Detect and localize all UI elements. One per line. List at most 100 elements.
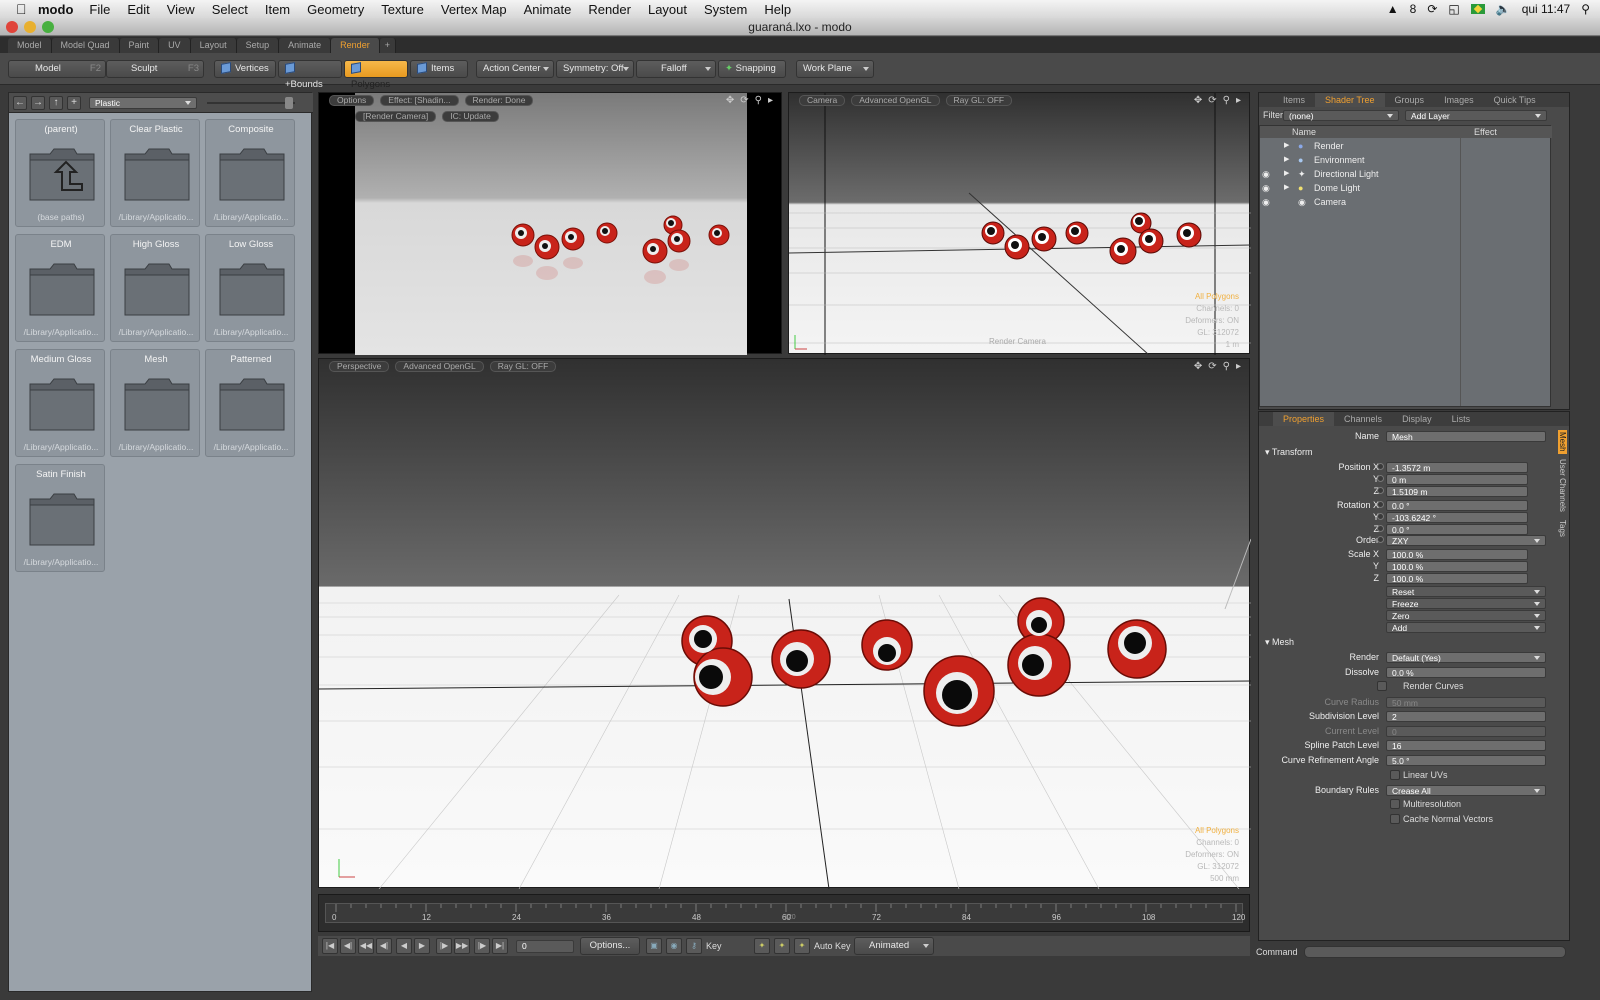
tab-animate[interactable]: Animate bbox=[279, 37, 332, 53]
viewport-menu-icon[interactable]: ▸ bbox=[768, 95, 773, 106]
zoom-view-icon[interactable]: ⚲ bbox=[1223, 95, 1230, 106]
record-icon[interactable]: ◉ bbox=[666, 938, 682, 954]
viewport-menu-icon[interactable]: ▸ bbox=[1236, 361, 1241, 372]
tab-paint[interactable]: Paint bbox=[119, 37, 160, 53]
rotate-icon[interactable]: ⟳ bbox=[1208, 361, 1216, 372]
options-button[interactable]: Options... bbox=[580, 937, 640, 955]
tab-lists[interactable]: Lists bbox=[1442, 412, 1481, 426]
preset-item[interactable]: EDM/Library/Applicatio... bbox=[15, 234, 105, 342]
render-dropdown[interactable]: Default (Yes) bbox=[1386, 652, 1546, 663]
menu-geometry[interactable]: Geometry bbox=[307, 2, 364, 17]
expand-icon[interactable]: ▶ bbox=[1284, 167, 1289, 181]
first-frame-icon[interactable]: |◀ bbox=[322, 938, 338, 954]
timeline-ruler[interactable]: 0 12 24 36 48 60 72 84 96 108 120 120 bbox=[325, 903, 1245, 923]
menu-layout[interactable]: Layout bbox=[648, 2, 687, 17]
snapping-button[interactable]: ✦ Snapping bbox=[718, 60, 786, 78]
add-tab-icon[interactable]: + bbox=[379, 37, 396, 53]
brazil-flag-icon[interactable] bbox=[1470, 4, 1485, 14]
rotation-x-field[interactable]: 0.0 ° bbox=[1386, 500, 1528, 511]
side-tab-mesh[interactable]: Mesh bbox=[1558, 430, 1567, 454]
preset-item[interactable]: Clear Plastic/Library/Applicatio... bbox=[110, 119, 200, 227]
step-back-icon[interactable]: ◀| bbox=[376, 938, 392, 954]
forward-icon[interactable]: → bbox=[31, 96, 45, 110]
keyframe-icon[interactable] bbox=[1377, 501, 1384, 508]
camera-viewport[interactable]: Camera Advanced OpenGL Ray GL: OFF ✥ ⟳ ⚲ ▸ … bbox=[788, 92, 1251, 355]
key-icon[interactable]: ⚷ bbox=[686, 938, 702, 954]
key-label[interactable]: Key bbox=[706, 941, 722, 951]
menu-file[interactable]: File bbox=[89, 2, 110, 17]
move-icon[interactable]: ✥ bbox=[726, 95, 734, 106]
move-icon[interactable]: ✥ bbox=[1194, 361, 1202, 372]
prev-frame-icon[interactable]: ◀◀ bbox=[358, 938, 374, 954]
prev-key-icon[interactable]: ◀| bbox=[340, 938, 356, 954]
keyframe-icon[interactable] bbox=[1377, 536, 1384, 543]
next-key-icon[interactable]: |▶ bbox=[474, 938, 490, 954]
app-menu[interactable]: modo bbox=[38, 2, 73, 17]
auto-key-label[interactable]: Auto Key bbox=[814, 941, 851, 951]
tab-properties[interactable]: Properties bbox=[1273, 412, 1335, 426]
preset-item[interactable]: Medium Gloss/Library/Applicatio... bbox=[15, 349, 105, 457]
thumbnail-size-slider[interactable] bbox=[207, 102, 295, 104]
auto-key-icon-1[interactable]: ✦ bbox=[754, 938, 770, 954]
render-camera-button[interactable]: [Render Camera] bbox=[355, 111, 437, 122]
bounds-button[interactable]: +Bounds bbox=[278, 60, 342, 90]
tab-channels[interactable]: Channels bbox=[1334, 412, 1392, 426]
col-name[interactable]: Name bbox=[1292, 126, 1316, 138]
preset-item[interactable]: (parent) (base paths) bbox=[15, 119, 105, 227]
keyframe-icon[interactable] bbox=[1377, 513, 1384, 520]
multiresolution-checkbox[interactable] bbox=[1390, 799, 1400, 809]
spline-patch-level-field[interactable]: 16 bbox=[1386, 740, 1546, 751]
zoom-view-icon[interactable]: ⚲ bbox=[1223, 361, 1230, 372]
dissolve-field[interactable]: 0.0 % bbox=[1386, 667, 1546, 678]
expand-icon[interactable]: ▶ bbox=[1284, 181, 1289, 195]
apple-icon[interactable]:  bbox=[16, 2, 30, 16]
move-icon[interactable]: ✥ bbox=[1194, 95, 1202, 106]
perspective-viewport[interactable]: Perspective Advanced OpenGL Ray GL: OFF … bbox=[318, 358, 1251, 889]
preset-item[interactable]: High Gloss/Library/Applicatio... bbox=[110, 234, 200, 342]
render-curves-checkbox[interactable] bbox=[1377, 681, 1387, 691]
action-center-dropdown[interactable]: Action Center bbox=[476, 60, 554, 78]
rotation-z-field[interactable]: 0.0 ° bbox=[1386, 524, 1528, 535]
viewport-menu-icon[interactable]: ▸ bbox=[1236, 95, 1241, 106]
render-viewport[interactable]: Options Effect: [Shadin... Render: Done … bbox=[318, 92, 782, 355]
items-button[interactable]: Items bbox=[410, 60, 468, 78]
close-icon[interactable] bbox=[6, 21, 18, 33]
tab-uv[interactable]: UV bbox=[159, 37, 191, 53]
menu-vertex-map[interactable]: Vertex Map bbox=[441, 2, 507, 17]
tab-layout[interactable]: Layout bbox=[190, 37, 237, 53]
shader-row-dome-light[interactable]: ◉ ▶ ● Dome Light bbox=[1260, 181, 1552, 195]
position-z-field[interactable]: 1.5109 m bbox=[1386, 486, 1528, 497]
auto-key-icon-3[interactable]: ✦ bbox=[794, 938, 810, 954]
tab-display[interactable]: Display bbox=[1392, 412, 1442, 426]
menu-animate[interactable]: Animate bbox=[524, 2, 572, 17]
keyframe-icon[interactable] bbox=[1377, 525, 1384, 532]
animated-dropdown[interactable]: Animated bbox=[854, 937, 934, 955]
scale-y-field[interactable]: 100.0 % bbox=[1386, 561, 1528, 572]
subdivision-level-field[interactable]: 2 bbox=[1386, 711, 1546, 722]
name-field[interactable]: Mesh bbox=[1386, 431, 1546, 442]
next-frame-icon[interactable]: ▶▶ bbox=[454, 938, 470, 954]
reset-dropdown[interactable]: Reset bbox=[1386, 586, 1546, 597]
work-plane-dropdown[interactable]: Work Plane bbox=[796, 60, 874, 78]
position-x-field[interactable]: -1.3572 m bbox=[1386, 462, 1528, 473]
preset-item[interactable]: Mesh/Library/Applicatio... bbox=[110, 349, 200, 457]
cache-normals-checkbox[interactable] bbox=[1390, 814, 1400, 824]
keyframe-icon[interactable] bbox=[1377, 487, 1384, 494]
menu-texture[interactable]: Texture bbox=[381, 2, 424, 17]
perspective-shading-button[interactable]: Advanced OpenGL bbox=[395, 361, 484, 372]
command-input[interactable] bbox=[1304, 946, 1566, 958]
render-effect-button[interactable]: Effect: [Shadin... bbox=[380, 95, 459, 106]
symmetry-dropdown[interactable]: Symmetry: Off bbox=[556, 60, 634, 78]
filter-dropdown[interactable]: (none) bbox=[1283, 110, 1399, 121]
up-icon[interactable]: ↑ bbox=[49, 96, 63, 110]
keyframe-icon[interactable] bbox=[1377, 463, 1384, 470]
camera-shading-button[interactable]: Advanced OpenGL bbox=[851, 95, 940, 106]
menu-help[interactable]: Help bbox=[764, 2, 791, 17]
tab-images[interactable]: Images bbox=[1434, 93, 1484, 107]
zoom-icon[interactable] bbox=[42, 21, 54, 33]
sync-icon[interactable]: ⟳ bbox=[1427, 2, 1437, 16]
add-layer-dropdown[interactable]: Add Layer bbox=[1405, 110, 1547, 121]
tab-setup[interactable]: Setup bbox=[236, 37, 280, 53]
col-effect[interactable]: Effect bbox=[1474, 126, 1497, 138]
spotlight-icon[interactable]: ⚲ bbox=[1581, 2, 1590, 16]
